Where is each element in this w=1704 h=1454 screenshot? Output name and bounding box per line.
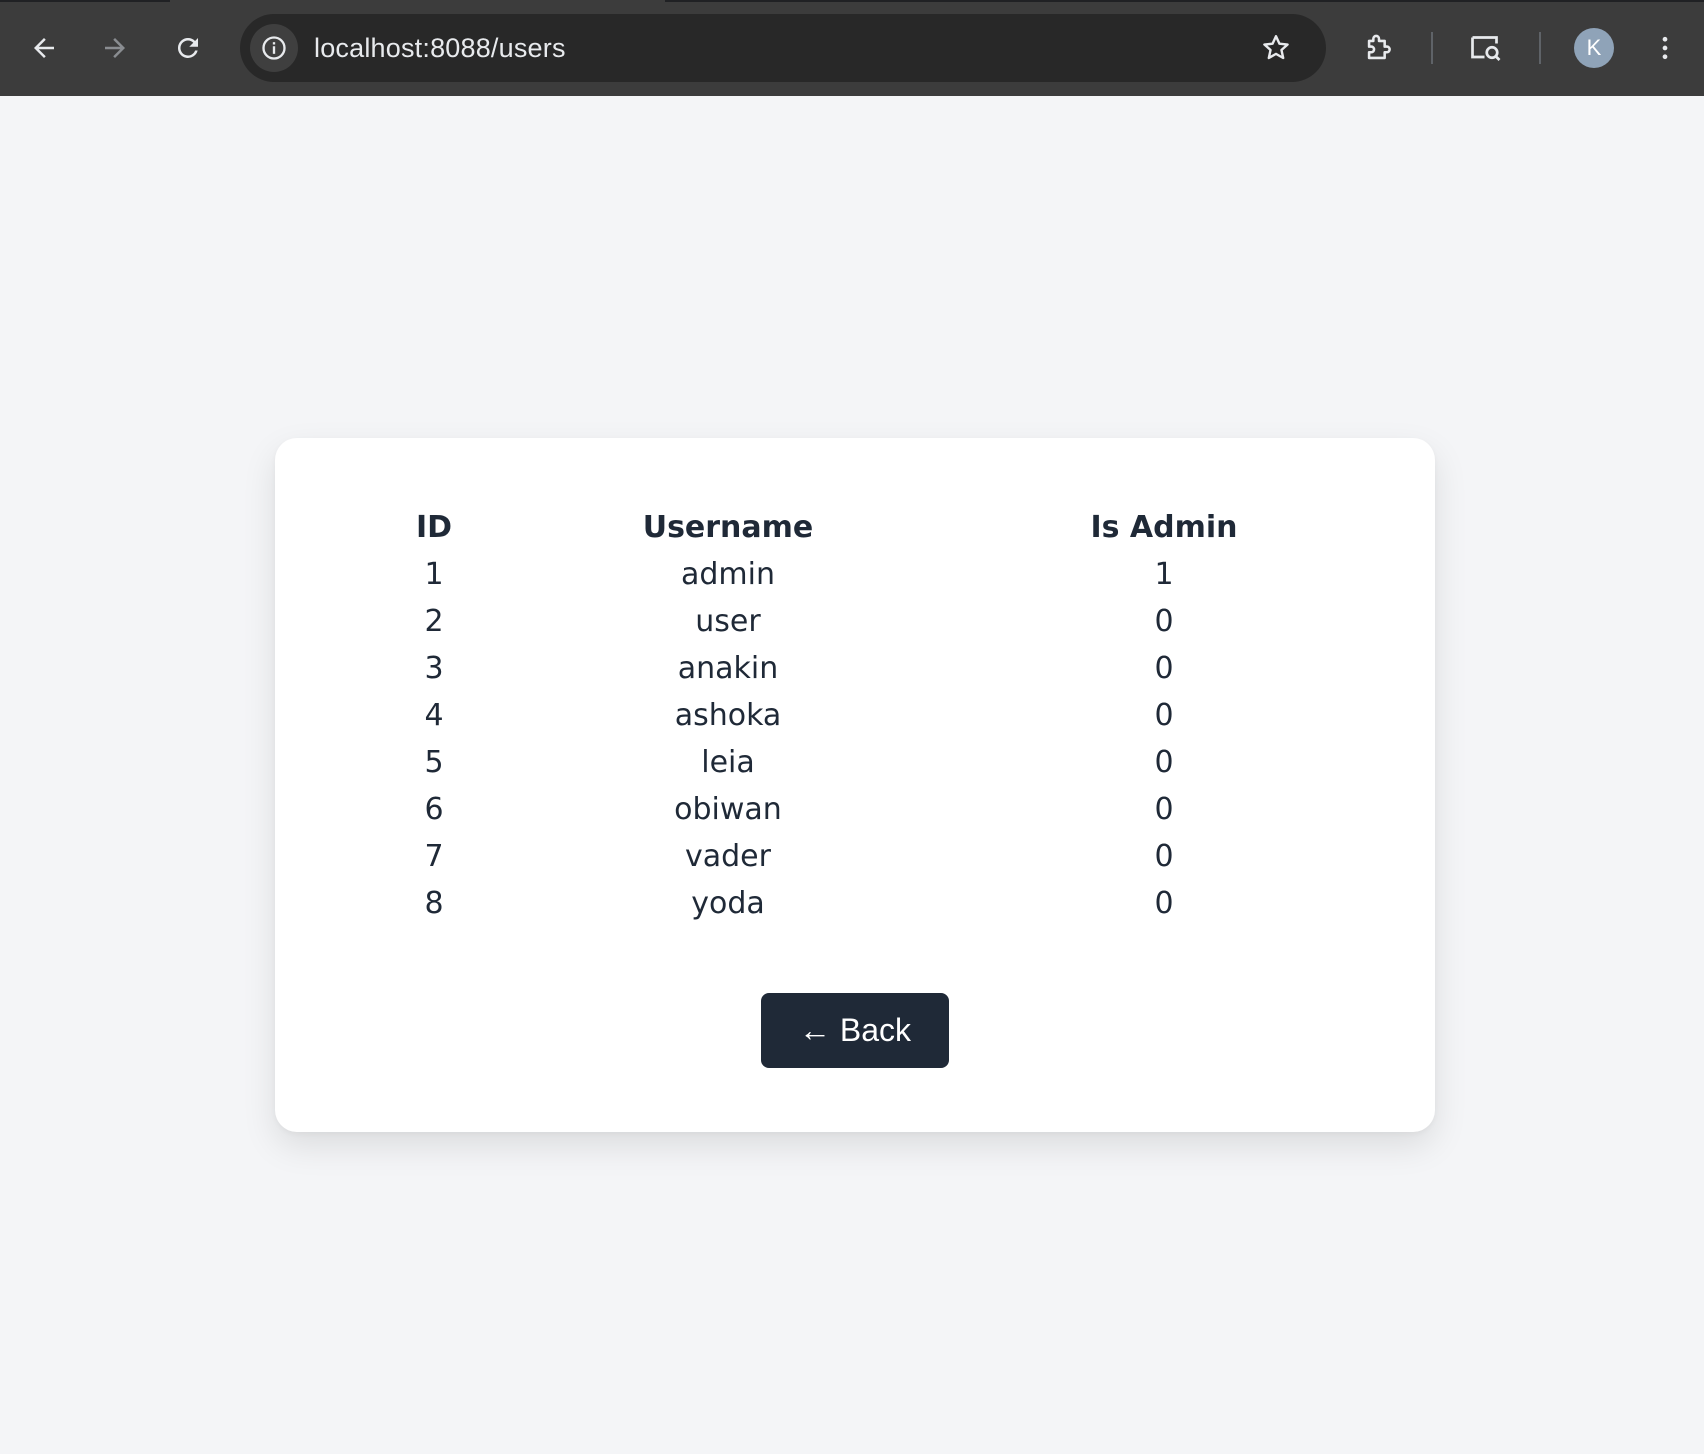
profile-avatar[interactable]: K — [1574, 28, 1614, 68]
users-table: ID Username Is Admin 1 admin 1 2 user 0 … — [395, 504, 1345, 927]
users-card: ID Username Is Admin 1 admin 1 2 user 0 … — [275, 438, 1435, 1132]
cell-is-admin: 1 — [1154, 557, 1174, 592]
toolbar-separator — [1431, 32, 1433, 64]
column-header-is-admin: Is Admin — [1090, 510, 1238, 545]
table-row: 2 user 0 — [395, 598, 1345, 645]
extensions-icon[interactable] — [1357, 26, 1401, 70]
cell-id: 1 — [424, 557, 444, 592]
cell-username: leia — [701, 745, 755, 780]
column-header-id: ID — [415, 510, 453, 545]
cell-username: admin — [681, 557, 775, 592]
cell-username: vader — [685, 839, 771, 874]
cell-id: 3 — [424, 651, 444, 686]
table-header-row: ID Username Is Admin — [395, 504, 1345, 551]
more-menu-icon[interactable] — [1643, 26, 1687, 70]
active-tab-edge — [170, 0, 665, 2]
back-arrow-icon[interactable] — [22, 26, 66, 70]
cell-username: ashoka — [674, 698, 782, 733]
cell-id: 2 — [424, 604, 444, 639]
table-row: 1 admin 1 — [395, 551, 1345, 598]
cell-is-admin: 0 — [1154, 604, 1174, 639]
address-bar[interactable]: localhost:8088/users — [240, 14, 1326, 82]
reload-icon[interactable] — [166, 26, 210, 70]
forward-arrow-icon[interactable] — [93, 26, 137, 70]
table-row: 5 leia 0 — [395, 739, 1345, 786]
cell-id: 7 — [424, 839, 444, 874]
url-text[interactable]: localhost:8088/users — [314, 14, 566, 82]
cell-is-admin: 0 — [1154, 651, 1174, 686]
cell-username: obiwan — [674, 792, 782, 827]
cell-id: 5 — [424, 745, 444, 780]
cell-id: 4 — [424, 698, 444, 733]
star-icon[interactable] — [1254, 26, 1298, 70]
cell-username: user — [695, 604, 761, 639]
cell-is-admin: 0 — [1154, 886, 1174, 921]
tab-search-icon[interactable] — [1464, 26, 1508, 70]
table-row: 6 obiwan 0 — [395, 786, 1345, 833]
toolbar-separator — [1539, 32, 1541, 64]
cell-username: yoda — [691, 886, 765, 921]
cell-is-admin: 0 — [1154, 839, 1174, 874]
back-button[interactable]: ← Back — [761, 993, 949, 1068]
cell-is-admin: 0 — [1154, 698, 1174, 733]
table-row: 3 anakin 0 — [395, 645, 1345, 692]
info-icon[interactable] — [250, 24, 298, 72]
cell-id: 6 — [424, 792, 444, 827]
cell-is-admin: 0 — [1154, 792, 1174, 827]
column-header-username: Username — [642, 510, 814, 545]
cell-is-admin: 0 — [1154, 745, 1174, 780]
browser-toolbar: localhost:8088/users K — [0, 0, 1704, 96]
table-row: 4 ashoka 0 — [395, 692, 1345, 739]
cell-username: anakin — [677, 651, 779, 686]
table-row: 8 yoda 0 — [395, 880, 1345, 927]
table-row: 7 vader 0 — [395, 833, 1345, 880]
tab-strip-edge — [0, 0, 1704, 2]
cell-id: 8 — [424, 886, 444, 921]
